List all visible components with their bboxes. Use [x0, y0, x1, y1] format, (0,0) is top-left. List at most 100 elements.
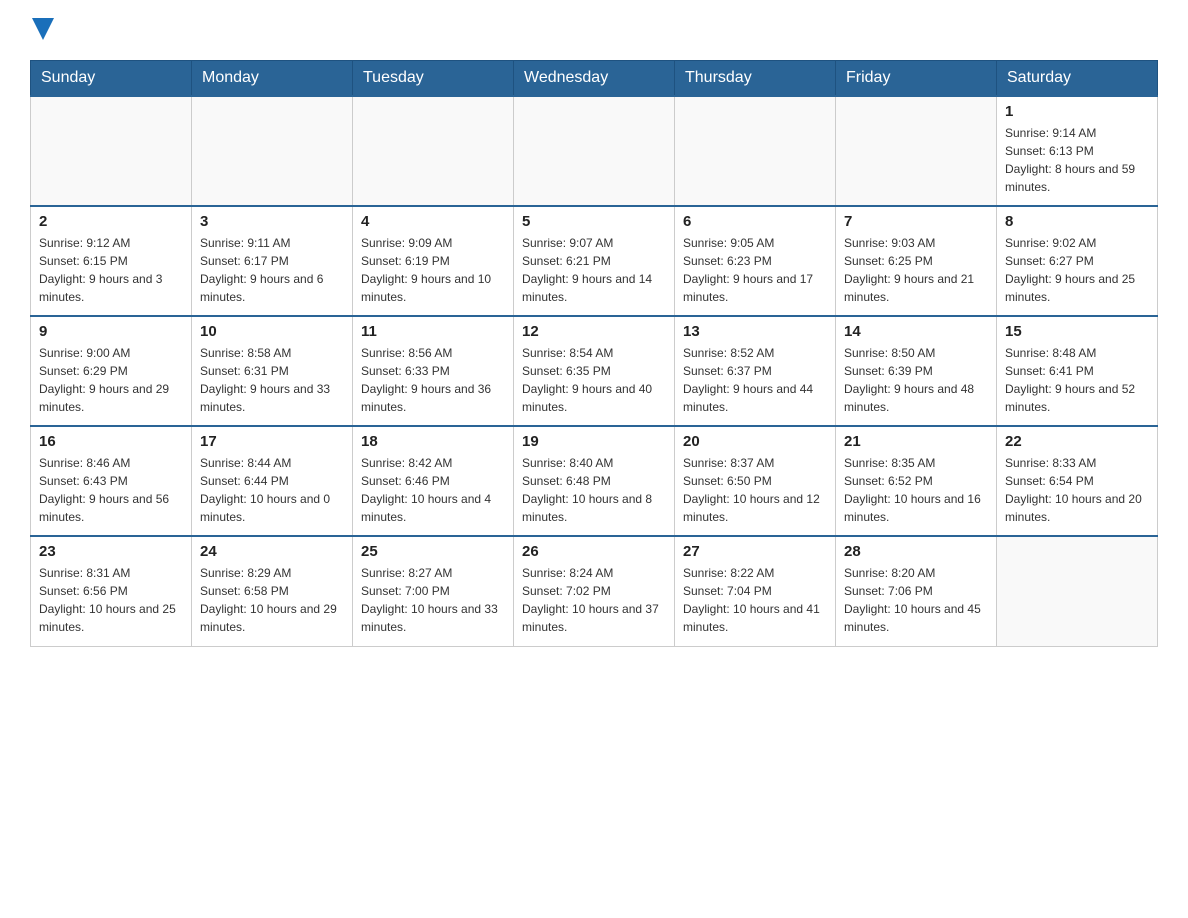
- calendar-cell: 24 Sunrise: 8:29 AMSunset: 6:58 PMDayligh…: [192, 536, 353, 646]
- day-info: Sunrise: 8:22 AMSunset: 7:04 PMDaylight:…: [683, 564, 827, 636]
- calendar-cell: [31, 96, 192, 206]
- page-header: [30, 20, 1158, 40]
- day-number: 6: [683, 213, 827, 230]
- day-info: Sunrise: 9:11 AMSunset: 6:17 PMDaylight:…: [200, 234, 344, 306]
- calendar-cell: [836, 96, 997, 206]
- day-info: Sunrise: 9:12 AMSunset: 6:15 PMDaylight:…: [39, 234, 183, 306]
- calendar-cell: 7 Sunrise: 9:03 AMSunset: 6:25 PMDaylight…: [836, 206, 997, 316]
- calendar-header-wednesday: Wednesday: [514, 61, 675, 97]
- calendar-cell: 2 Sunrise: 9:12 AMSunset: 6:15 PMDaylight…: [31, 206, 192, 316]
- logo: [30, 20, 54, 40]
- calendar-header-sunday: Sunday: [31, 61, 192, 97]
- calendar-cell: 27 Sunrise: 8:22 AMSunset: 7:04 PMDayligh…: [675, 536, 836, 646]
- day-info: Sunrise: 9:07 AMSunset: 6:21 PMDaylight:…: [522, 234, 666, 306]
- day-info: Sunrise: 9:14 AMSunset: 6:13 PMDaylight:…: [1005, 124, 1149, 196]
- day-number: 26: [522, 543, 666, 560]
- day-number: 8: [1005, 213, 1149, 230]
- day-number: 25: [361, 543, 505, 560]
- calendar-cell: 16 Sunrise: 8:46 AMSunset: 6:43 PMDayligh…: [31, 426, 192, 536]
- day-number: 9: [39, 323, 183, 340]
- day-info: Sunrise: 8:46 AMSunset: 6:43 PMDaylight:…: [39, 454, 183, 526]
- day-number: 22: [1005, 433, 1149, 450]
- calendar-cell: [675, 96, 836, 206]
- day-info: Sunrise: 8:56 AMSunset: 6:33 PMDaylight:…: [361, 344, 505, 416]
- day-number: 20: [683, 433, 827, 450]
- calendar-header-thursday: Thursday: [675, 61, 836, 97]
- calendar-cell: 19 Sunrise: 8:40 AMSunset: 6:48 PMDayligh…: [514, 426, 675, 536]
- calendar-cell: 12 Sunrise: 8:54 AMSunset: 6:35 PMDayligh…: [514, 316, 675, 426]
- day-info: Sunrise: 9:00 AMSunset: 6:29 PMDaylight:…: [39, 344, 183, 416]
- calendar-table: SundayMondayTuesdayWednesdayThursdayFrid…: [30, 60, 1158, 647]
- calendar-cell: 5 Sunrise: 9:07 AMSunset: 6:21 PMDaylight…: [514, 206, 675, 316]
- day-info: Sunrise: 8:20 AMSunset: 7:06 PMDaylight:…: [844, 564, 988, 636]
- day-info: Sunrise: 9:03 AMSunset: 6:25 PMDaylight:…: [844, 234, 988, 306]
- day-number: 4: [361, 213, 505, 230]
- day-info: Sunrise: 8:50 AMSunset: 6:39 PMDaylight:…: [844, 344, 988, 416]
- day-info: Sunrise: 8:52 AMSunset: 6:37 PMDaylight:…: [683, 344, 827, 416]
- logo-triangle-icon: [32, 18, 54, 40]
- calendar-cell: 3 Sunrise: 9:11 AMSunset: 6:17 PMDaylight…: [192, 206, 353, 316]
- day-info: Sunrise: 8:37 AMSunset: 6:50 PMDaylight:…: [683, 454, 827, 526]
- day-number: 11: [361, 323, 505, 340]
- day-info: Sunrise: 8:42 AMSunset: 6:46 PMDaylight:…: [361, 454, 505, 526]
- calendar-cell: [192, 96, 353, 206]
- calendar-cell: 13 Sunrise: 8:52 AMSunset: 6:37 PMDayligh…: [675, 316, 836, 426]
- day-info: Sunrise: 8:58 AMSunset: 6:31 PMDaylight:…: [200, 344, 344, 416]
- calendar-cell: 20 Sunrise: 8:37 AMSunset: 6:50 PMDayligh…: [675, 426, 836, 536]
- day-info: Sunrise: 8:54 AMSunset: 6:35 PMDaylight:…: [522, 344, 666, 416]
- day-number: 13: [683, 323, 827, 340]
- day-number: 1: [1005, 103, 1149, 120]
- calendar-header-saturday: Saturday: [997, 61, 1158, 97]
- calendar-cell: 26 Sunrise: 8:24 AMSunset: 7:02 PMDayligh…: [514, 536, 675, 646]
- calendar-cell: 6 Sunrise: 9:05 AMSunset: 6:23 PMDaylight…: [675, 206, 836, 316]
- calendar-week-row: 9 Sunrise: 9:00 AMSunset: 6:29 PMDaylight…: [31, 316, 1158, 426]
- calendar-cell: [997, 536, 1158, 646]
- day-number: 15: [1005, 323, 1149, 340]
- day-info: Sunrise: 8:29 AMSunset: 6:58 PMDaylight:…: [200, 564, 344, 636]
- calendar-cell: 1 Sunrise: 9:14 AMSunset: 6:13 PMDaylight…: [997, 96, 1158, 206]
- day-number: 23: [39, 543, 183, 560]
- day-info: Sunrise: 8:44 AMSunset: 6:44 PMDaylight:…: [200, 454, 344, 526]
- day-number: 19: [522, 433, 666, 450]
- calendar-cell: 4 Sunrise: 9:09 AMSunset: 6:19 PMDaylight…: [353, 206, 514, 316]
- day-number: 24: [200, 543, 344, 560]
- calendar-cell: 22 Sunrise: 8:33 AMSunset: 6:54 PMDayligh…: [997, 426, 1158, 536]
- day-info: Sunrise: 8:48 AMSunset: 6:41 PMDaylight:…: [1005, 344, 1149, 416]
- day-info: Sunrise: 9:05 AMSunset: 6:23 PMDaylight:…: [683, 234, 827, 306]
- calendar-week-row: 23 Sunrise: 8:31 AMSunset: 6:56 PMDayligh…: [31, 536, 1158, 646]
- calendar-header-monday: Monday: [192, 61, 353, 97]
- calendar-cell: 10 Sunrise: 8:58 AMSunset: 6:31 PMDayligh…: [192, 316, 353, 426]
- day-number: 5: [522, 213, 666, 230]
- calendar-week-row: 1 Sunrise: 9:14 AMSunset: 6:13 PMDaylight…: [31, 96, 1158, 206]
- day-info: Sunrise: 8:31 AMSunset: 6:56 PMDaylight:…: [39, 564, 183, 636]
- calendar-header-friday: Friday: [836, 61, 997, 97]
- day-info: Sunrise: 9:02 AMSunset: 6:27 PMDaylight:…: [1005, 234, 1149, 306]
- calendar-cell: [353, 96, 514, 206]
- day-number: 17: [200, 433, 344, 450]
- calendar-header-tuesday: Tuesday: [353, 61, 514, 97]
- day-info: Sunrise: 8:27 AMSunset: 7:00 PMDaylight:…: [361, 564, 505, 636]
- day-number: 10: [200, 323, 344, 340]
- calendar-cell: 28Sunrise: 8:20 AMSunset: 7:06 PMDayligh…: [836, 536, 997, 646]
- day-number: 3: [200, 213, 344, 230]
- day-number: 12: [522, 323, 666, 340]
- calendar-cell: 9 Sunrise: 9:00 AMSunset: 6:29 PMDaylight…: [31, 316, 192, 426]
- day-number: 16: [39, 433, 183, 450]
- calendar-week-row: 16 Sunrise: 8:46 AMSunset: 6:43 PMDayligh…: [31, 426, 1158, 536]
- day-number: 2: [39, 213, 183, 230]
- calendar-cell: 17 Sunrise: 8:44 AMSunset: 6:44 PMDayligh…: [192, 426, 353, 536]
- calendar-cell: 11 Sunrise: 8:56 AMSunset: 6:33 PMDayligh…: [353, 316, 514, 426]
- day-number: 27: [683, 543, 827, 560]
- calendar-cell: 14Sunrise: 8:50 AMSunset: 6:39 PMDayligh…: [836, 316, 997, 426]
- day-info: Sunrise: 9:09 AMSunset: 6:19 PMDaylight:…: [361, 234, 505, 306]
- day-number: 7: [844, 213, 988, 230]
- calendar-header-row: SundayMondayTuesdayWednesdayThursdayFrid…: [31, 61, 1158, 97]
- day-number: 18: [361, 433, 505, 450]
- day-info: Sunrise: 8:40 AMSunset: 6:48 PMDaylight:…: [522, 454, 666, 526]
- day-info: Sunrise: 8:33 AMSunset: 6:54 PMDaylight:…: [1005, 454, 1149, 526]
- day-info: Sunrise: 8:35 AMSunset: 6:52 PMDaylight:…: [844, 454, 988, 526]
- calendar-week-row: 2 Sunrise: 9:12 AMSunset: 6:15 PMDaylight…: [31, 206, 1158, 316]
- day-number: 21: [844, 433, 988, 450]
- day-info: Sunrise: 8:24 AMSunset: 7:02 PMDaylight:…: [522, 564, 666, 636]
- calendar-cell: 8 Sunrise: 9:02 AMSunset: 6:27 PMDaylight…: [997, 206, 1158, 316]
